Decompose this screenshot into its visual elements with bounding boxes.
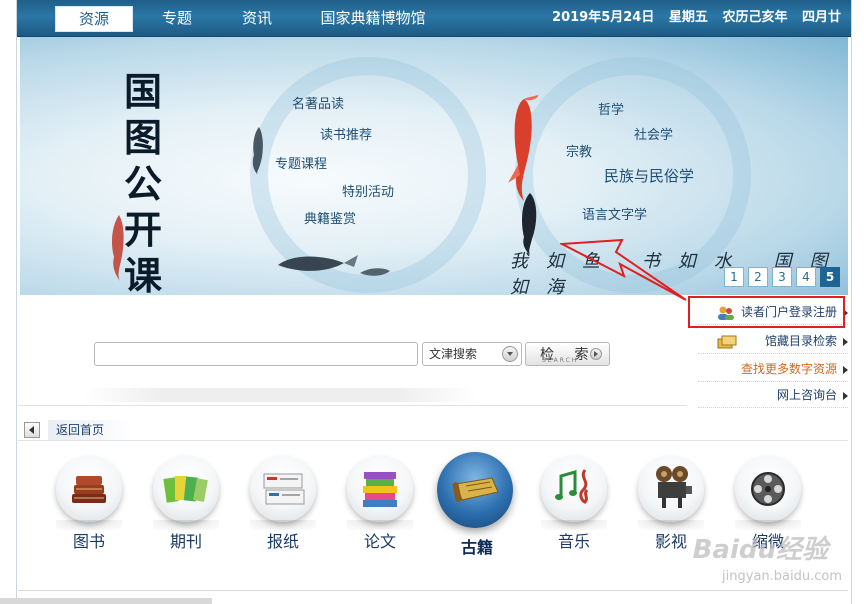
tab-resources[interactable]: 资源 <box>55 6 133 32</box>
banner-link-classics-appreciation[interactable]: 典籍鉴赏 <box>304 208 356 227</box>
more-digital-resources-link[interactable]: 查找更多数字资源 <box>698 357 848 382</box>
film-reel-icon <box>751 472 785 506</box>
tab-topics[interactable]: 专题 <box>139 6 215 30</box>
search-button[interactable]: 检 索 SEARCH <box>525 342 610 366</box>
category-label: 音乐 <box>557 532 590 551</box>
tab-news[interactable]: 资讯 <box>219 6 295 30</box>
weekday-text: 星期五 <box>668 10 708 25</box>
film-projector-icon <box>656 466 692 508</box>
cards-icon <box>717 335 737 348</box>
play-arrow-icon <box>590 348 602 360</box>
books-icon <box>72 476 106 503</box>
category-newspapers[interactable]: 报纸 <box>238 450 328 560</box>
banner-link-topic-courses[interactable]: 专题课程 <box>275 153 327 172</box>
category-label: 图书 <box>72 532 105 551</box>
category-label: 期刊 <box>169 532 202 551</box>
category-label: 古籍 <box>460 538 493 557</box>
lunar-year-text: 农历己亥年 <box>722 10 788 25</box>
black-koi-icon <box>522 193 537 255</box>
scroll-icon <box>452 477 499 502</box>
category-journals[interactable]: 期刊 <box>141 450 231 560</box>
open-course-banner[interactable]: 国 图 公 开 课 名著品读 读书推荐 专题课程 特别活动 典籍鉴赏 哲学 社会… <box>20 37 848 295</box>
category-books[interactable]: 图书 <box>44 450 134 560</box>
banner-link-linguistics[interactable]: 语言文字学 <box>582 204 647 223</box>
search-scope-value: 文津搜索 <box>429 347 478 361</box>
small-fish-icon <box>252 127 263 175</box>
search-button-sublabel: SEARCH <box>542 357 579 364</box>
back-home-link[interactable]: 返回首页 <box>48 420 132 440</box>
newspapers-icon <box>263 473 305 505</box>
banner-link-book-recommend[interactable]: 读书推荐 <box>320 124 372 143</box>
category-music[interactable]: 音乐 <box>529 450 619 560</box>
banner-page-5[interactable]: 5 <box>820 267 840 287</box>
banner-page-2[interactable]: 2 <box>748 267 768 287</box>
back-arrow-icon[interactable] <box>24 422 40 438</box>
banner-link-philosophy[interactable]: 哲学 <box>598 99 624 118</box>
date-text: 2019年5月24日 <box>552 10 655 25</box>
category-theses[interactable]: 论文 <box>335 450 425 560</box>
watermark-url: jingyan.baidu.com <box>722 569 842 584</box>
banner-link-ethnology[interactable]: 民族与民俗学 <box>604 165 694 186</box>
date-display: 2019年5月24日 星期五 农历己亥年 四月廿 <box>542 6 841 30</box>
category-ancient-books[interactable]: 古籍 <box>432 450 522 560</box>
category-label: 论文 <box>363 532 396 551</box>
tab-classics-museum[interactable]: 国家典籍博物馆 <box>307 6 439 30</box>
banner-link-sociology[interactable]: 社会学 <box>634 124 673 143</box>
divider <box>18 405 687 406</box>
search-scope-select[interactable]: 文津搜索 <box>422 342 522 366</box>
top-nav-bar: 资源 专题 资讯 国家典籍博物馆 2019年5月24日 星期五 农历己亥年 四月… <box>17 0 851 37</box>
banner-link-special-events[interactable]: 特别活动 <box>342 181 394 200</box>
theses-icon <box>363 472 397 507</box>
watermark-logo: Baidu经验 <box>692 535 828 565</box>
lunar-day-text: 四月廿 <box>801 10 841 25</box>
banner-pager: 1 2 3 4 5 <box>724 267 840 287</box>
banner-page-4[interactable]: 4 <box>796 267 816 287</box>
bottom-border <box>18 590 848 591</box>
triangle-right-icon <box>843 391 848 400</box>
small-red-fish-icon <box>111 215 124 281</box>
search-shadow <box>84 388 478 402</box>
highlight-box <box>688 296 845 328</box>
swimming-fish-group-icon <box>278 255 390 276</box>
catalog-search-link[interactable]: 馆藏目录检索 <box>698 329 848 354</box>
triangle-right-icon <box>843 365 848 374</box>
horizontal-scrollbar[interactable] <box>0 598 212 604</box>
category-label: 报纸 <box>266 532 299 551</box>
banner-link-classics-reading[interactable]: 名著品读 <box>292 93 344 112</box>
online-consultation-link[interactable]: 网上咨询台 <box>698 383 848 408</box>
music-notes-icon <box>555 469 589 504</box>
banner-link-religion[interactable]: 宗教 <box>566 141 592 160</box>
banner-page-1[interactable]: 1 <box>724 267 744 287</box>
triangle-right-icon <box>843 337 848 346</box>
banner-page-3[interactable]: 3 <box>772 267 792 287</box>
divider <box>18 440 848 441</box>
magazines-icon <box>163 476 208 503</box>
search-input[interactable] <box>94 342 418 366</box>
annotation-arrow-icon <box>560 238 687 301</box>
chevron-down-icon[interactable] <box>502 346 518 362</box>
